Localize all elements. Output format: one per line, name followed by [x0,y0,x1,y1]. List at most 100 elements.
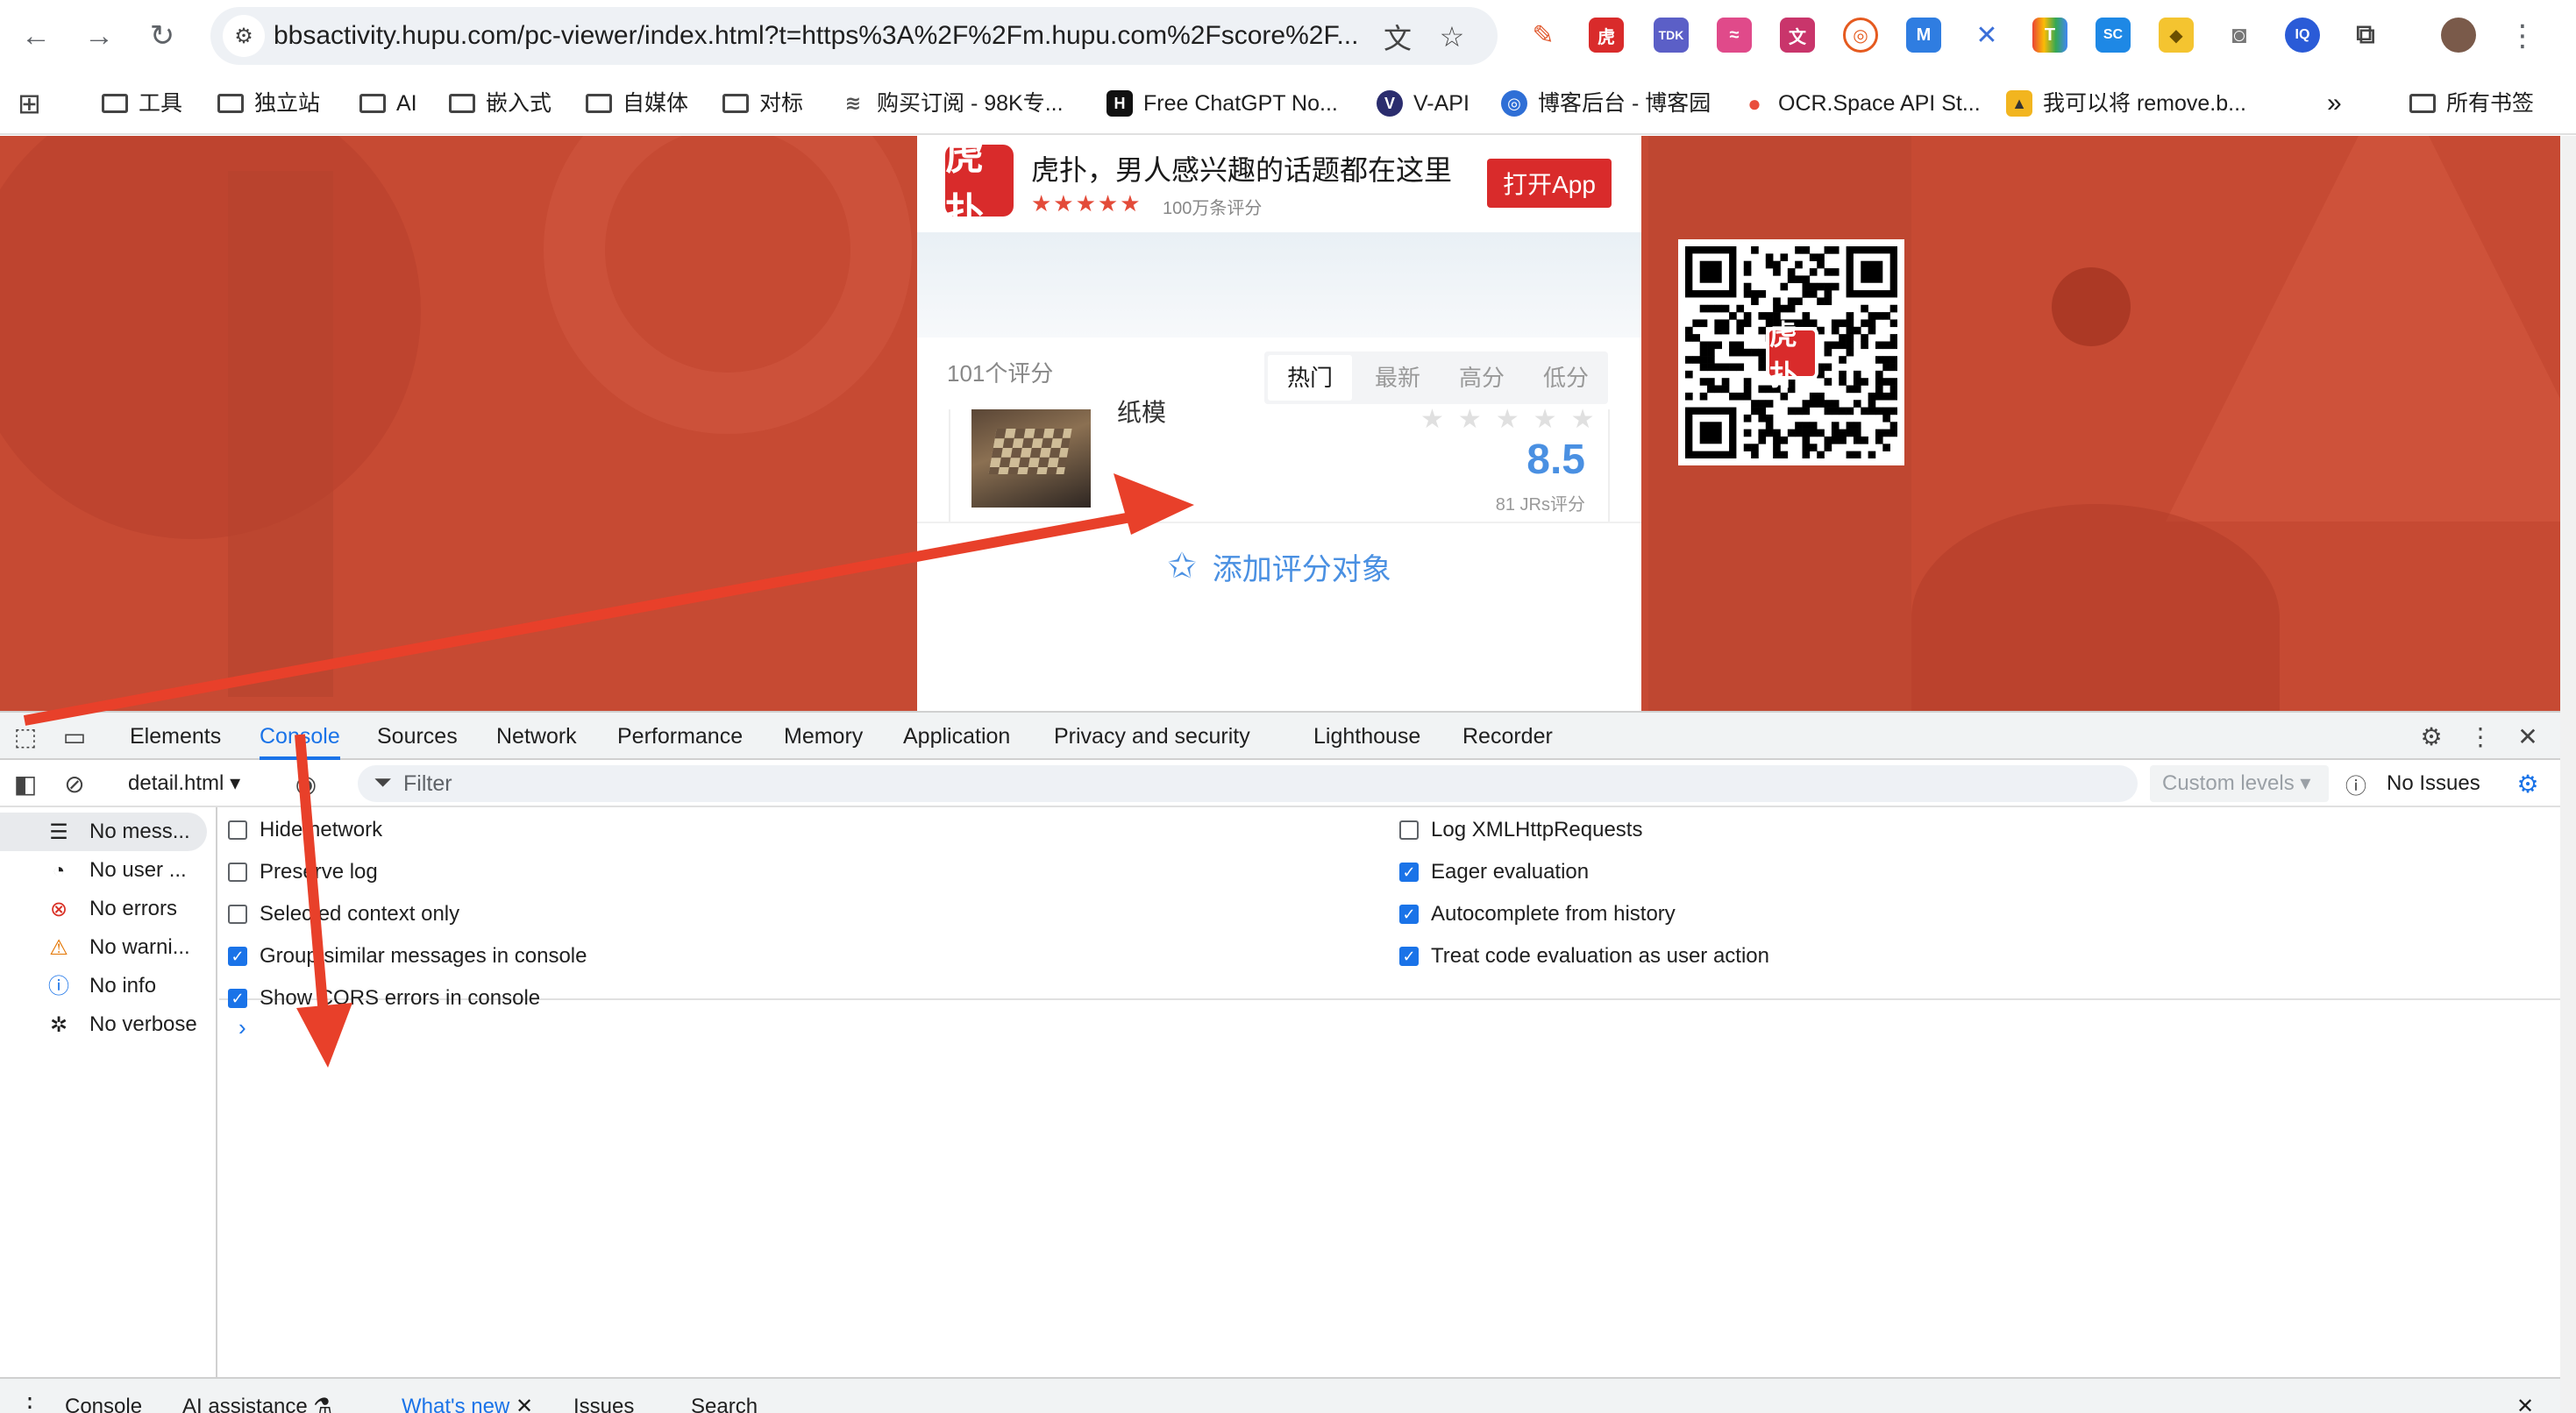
issues-count[interactable]: No Issues [2387,760,2480,807]
console-prompt[interactable]: › [238,1014,246,1041]
score-item-card[interactable]: 纸模 ★★★★★ 8.5 81 JRs评分 [949,399,1610,523]
context-selector[interactable]: detail.html ▾ [123,767,246,800]
drawer-tab-search[interactable]: Search [691,1379,758,1413]
wenku-ext-icon[interactable]: 文 [1780,18,1815,53]
checkbox-unchecked[interactable] [228,820,247,840]
checkbox-checked[interactable]: ✓ [1399,947,1419,966]
tab-application[interactable]: Application [903,713,1010,760]
apps-grid-icon[interactable]: ⊞ [18,72,41,135]
checkbox-checked[interactable]: ✓ [1399,905,1419,924]
camera-icon[interactable]: ◙ [2222,18,2257,53]
bookmark-folder[interactable]: 独立站 [217,72,320,135]
url-text[interactable]: bbsactivity.hupu.com/pc-viewer/index.htm… [274,7,1361,65]
t-ext-icon[interactable]: T [2032,18,2067,53]
bookmark-link[interactable]: H Free ChatGPT No... [1107,72,1338,135]
checkbox-unchecked[interactable] [1399,820,1419,840]
add-rating-target-button[interactable]: ✩ 添加评分对象 [917,522,1641,609]
sidebar-item-info[interactable]: ⓘ No info [0,967,216,1005]
translate-icon[interactable]: 文 [1380,19,1415,54]
tab-recorder[interactable]: Recorder [1462,713,1553,760]
tdk-ext-icon[interactable]: TDK [1654,18,1689,53]
m-ext-icon[interactable]: M [1906,18,1941,53]
sidebar-item-messages[interactable]: ☰ No mess... [0,813,207,851]
sidebar-item-errors[interactable]: ⊗ No errors [0,890,216,928]
forward-button[interactable]: → [77,14,121,58]
qx-ext-icon[interactable]: IQ [2285,18,2320,53]
drawer-tab-issues[interactable]: Issues [573,1379,634,1413]
bookmark-link[interactable]: ● OCR.Space API St... [1741,72,1981,135]
console-filter[interactable]: ⏷ [358,765,2138,802]
setting-option[interactable]: Preserve log [228,855,378,890]
checkbox-checked[interactable]: ✓ [1399,863,1419,882]
bookmark-folder[interactable]: 自媒体 [586,72,688,135]
sidebar-toggle-icon[interactable]: ◧ [11,769,40,799]
bookmark-folder[interactable]: 嵌入式 [449,72,551,135]
target-ext-icon[interactable]: ◎ [1843,18,1878,53]
setting-option[interactable]: ✓ Show CORS errors in console [228,981,540,1016]
reload-button[interactable]: ↻ [140,14,184,58]
bookmark-folder[interactable]: 工具 [102,72,182,135]
sort-tab-low[interactable]: 低分 [1524,351,1608,404]
setting-option[interactable]: ✓ Autocomplete from history [1399,897,1676,932]
drawer-tab-whats-new[interactable]: What's new ✕ [402,1379,533,1413]
setting-option[interactable]: Hide network [228,813,382,848]
all-bookmarks[interactable]: 所有书签 [2409,72,2534,135]
cross-ext-icon[interactable]: ✕ [1969,18,2004,53]
hupu-ext-icon[interactable]: 虎 [1589,18,1624,53]
devtools-menu-icon[interactable]: ⋮ [2466,721,2495,751]
clear-console-icon[interactable]: ⊘ [60,769,89,799]
sidebar-item-warnings[interactable]: ⚠ No warni... [0,928,216,967]
tab-sources[interactable]: Sources [377,713,458,760]
pal-ext-icon[interactable]: ◆ [2159,18,2194,53]
drawer-tab-console[interactable]: Console [65,1379,142,1413]
tab-memory[interactable]: Memory [784,713,863,760]
setting-option[interactable]: Log XMLHttpRequests [1399,813,1642,848]
device-toolbar-icon[interactable]: ▭ [60,721,89,751]
sort-tab-latest[interactable]: 最新 [1356,351,1440,404]
close-drawer-icon[interactable]: ✕ [2516,1379,2534,1413]
puzzle-icon[interactable]: ⧉ [2348,18,2383,53]
back-button[interactable]: ← [14,14,58,58]
setting-option[interactable]: ✓ Eager evaluation [1399,855,1589,890]
tab-network[interactable]: Network [496,713,577,760]
bookmark-folder[interactable]: 对标 [722,72,803,135]
item-rating-stars[interactable]: ★★★★★ [1420,404,1608,435]
menu-kebab-icon[interactable]: ⋮ [2501,14,2544,58]
wave-ext-icon[interactable]: ≈ [1717,18,1752,53]
close-tab-icon[interactable]: ✕ [516,1395,533,1413]
sidebar-item-user-messages[interactable]: ◔ No user ... [0,851,216,890]
drawer-menu-icon[interactable]: ⋮ [18,1379,42,1413]
site-info-icon[interactable]: ⚙ [223,15,265,57]
pen-icon[interactable]: ✎ [1526,18,1561,53]
filter-input[interactable] [403,765,2122,802]
page-scrollbar[interactable] [2560,136,2576,1413]
log-levels-dropdown[interactable]: Custom levels ▾ [2150,765,2329,802]
console-settings-gear-icon[interactable]: ⚙ [2513,769,2543,799]
tab-elements[interactable]: Elements [130,713,221,760]
sort-tab-high[interactable]: 高分 [1440,351,1524,404]
bookmark-link[interactable]: ◎ 博客后台 - 博客园 [1501,72,1711,135]
address-bar[interactable]: ⚙ bbsactivity.hupu.com/pc-viewer/index.h… [210,7,1498,65]
sc-ext-icon[interactable]: SC [2096,18,2131,53]
bookmark-link[interactable]: ≋ 购买订阅 - 98K专... [840,72,1064,135]
bookmark-folder[interactable]: AI [359,72,417,135]
checkbox-checked[interactable]: ✓ [228,947,247,966]
bookmark-link[interactable]: V V-API [1377,72,1469,135]
tab-console[interactable]: Console [260,713,340,760]
tab-lighthouse[interactable]: Lighthouse [1313,713,1420,760]
setting-option[interactable]: Selected context only [228,897,459,932]
settings-gear-icon[interactable]: ⚙ [2416,721,2446,751]
close-devtools-icon[interactable]: ✕ [2513,721,2543,751]
profile-avatar[interactable] [2441,18,2476,53]
sidebar-item-verbose[interactable]: ✲ No verbose [0,1005,216,1044]
bookmark-star-icon[interactable]: ☆ [1434,19,1469,54]
sort-tab-hot[interactable]: 热门 [1268,355,1352,401]
live-expression-eye-icon[interactable]: ◉ [291,769,321,799]
setting-option[interactable]: ✓ Group similar messages in console [228,939,587,974]
setting-option[interactable]: ✓ Treat code evaluation as user action [1399,939,1769,974]
tab-privacy-security[interactable]: Privacy and security [1054,713,1250,760]
tab-performance[interactable]: Performance [617,713,743,760]
open-app-button[interactable]: 打开App [1487,159,1612,208]
checkbox-unchecked[interactable] [228,863,247,882]
checkbox-unchecked[interactable] [228,905,247,924]
